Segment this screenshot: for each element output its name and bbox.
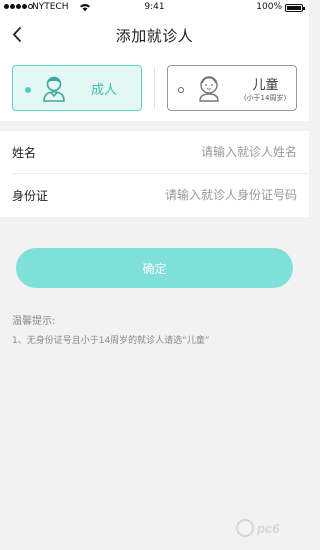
id-number-row: 身份证 — [0, 174, 309, 217]
adult-avatar-icon — [43, 76, 65, 102]
radio-unselected-icon — [178, 87, 184, 93]
adult-label: 成人 — [91, 83, 118, 98]
child-label: 儿童 — [252, 78, 279, 93]
adult-option[interactable]: 成人 — [12, 65, 142, 111]
id-number-input[interactable] — [107, 184, 297, 206]
radio-selected-icon — [25, 87, 31, 93]
divider — [154, 67, 155, 109]
status-bar: NYTECH 9:41 100% — [0, 0, 309, 16]
child-age-hint: (小于14周岁) — [243, 94, 287, 102]
name-row: 姓名 — [0, 131, 309, 174]
battery-icon — [285, 4, 305, 12]
page-title: 添加就诊人 — [115, 27, 194, 45]
name-label: 姓名 — [12, 146, 37, 160]
tips-item: 1、无身份证号且小于14周岁的就诊人请选“儿童” — [12, 336, 210, 346]
child-option[interactable]: 儿童 (小于14周岁) — [167, 65, 297, 111]
confirm-button[interactable]: 确定 — [16, 248, 293, 288]
name-input[interactable] — [107, 141, 297, 163]
patient-type-selector: 成人 儿童 (小于14周岁) — [0, 53, 309, 121]
patient-form: 姓名 身份证 — [0, 131, 309, 217]
nav-bar: 添加就诊人 — [0, 16, 309, 53]
watermark-logo: pc6 — [236, 519, 280, 537]
child-avatar-icon — [199, 76, 219, 102]
battery-percentage: 100% — [256, 2, 282, 12]
svg-text:pc6: pc6 — [256, 521, 280, 536]
tips-title: 温馨提示: — [12, 316, 56, 327]
id-number-label: 身份证 — [12, 189, 49, 203]
